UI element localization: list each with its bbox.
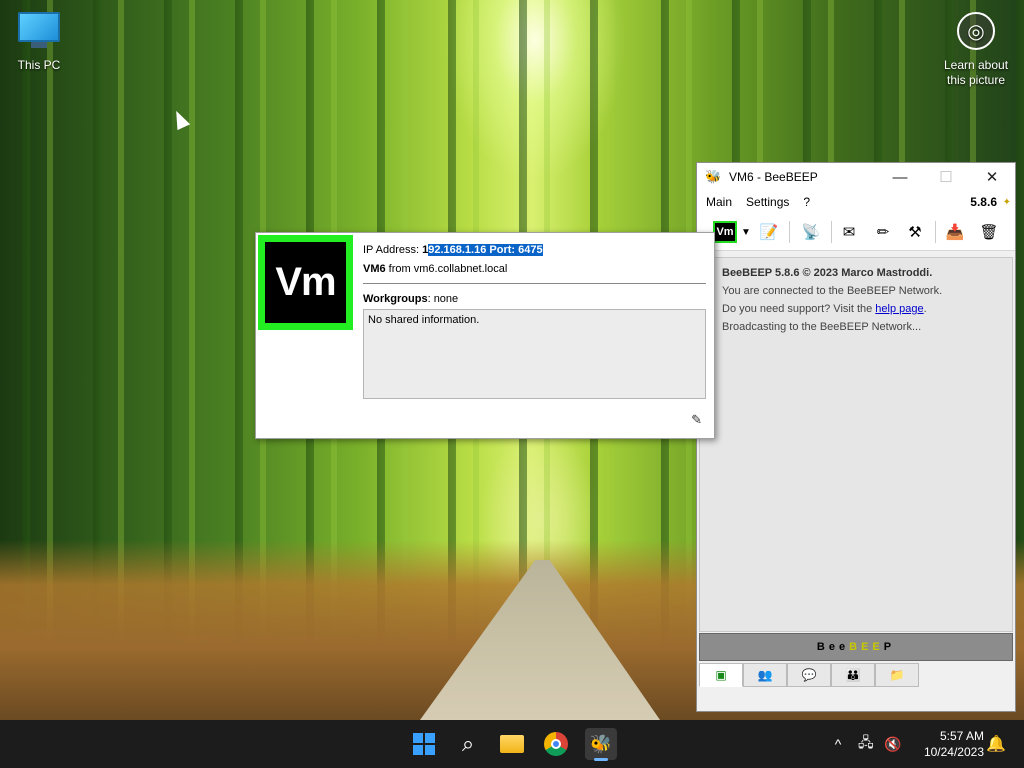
file-explorer-button[interactable]	[496, 728, 528, 760]
show-hidden-icons-chevron[interactable]: ^	[828, 720, 848, 768]
learn-label-line1: Learn about	[943, 58, 1009, 72]
bee-app-icon: 🐝	[705, 169, 722, 184]
this-pc-desktop-icon[interactable]: This PC	[12, 8, 66, 72]
tab-groups[interactable]: 👪	[831, 663, 875, 687]
chat-line: Broadcasting to the BeeBEEP Network...	[722, 321, 922, 333]
active-app-indicator	[594, 758, 608, 761]
learn-label-line2: this picture	[946, 73, 1006, 87]
ip-address-row: IP Address: 192.168.1.16 Port: 6475	[363, 244, 543, 256]
chat-line: Do you need support? Visit the help page…	[722, 303, 927, 315]
beebeep-titlebar[interactable]: 🐝 VM6 - BeeBEEP — ☐ ✕	[697, 163, 1015, 191]
version-label: 5.8.6	[970, 195, 997, 209]
start-button[interactable]	[408, 728, 440, 760]
chats-icon: 💬	[801, 668, 817, 682]
chrome-button[interactable]	[540, 728, 572, 760]
chat-icon: ▣	[715, 668, 727, 682]
shares-icon: 📁	[889, 668, 905, 682]
chrome-icon	[544, 732, 568, 756]
windows-icon	[413, 733, 435, 755]
clock-time: 5:57 AM	[939, 729, 984, 743]
file-transfer-icon[interactable]: 📥	[943, 220, 967, 244]
taskbar: ⌕ 🐝 ^ 🖧 🔇 5:57 AM 10/24/2023 🔔	[0, 720, 1024, 768]
maximize-button[interactable]: ☐	[923, 163, 969, 191]
network-tray-icon[interactable]: 🖧	[858, 720, 874, 768]
toolbar: Vm ▼ 📝 📡 ✉ ✏ ⚒ 📥 🗑	[697, 213, 1015, 251]
status-dropdown-icon[interactable]: ▼	[739, 220, 753, 244]
tab-chat[interactable]: ▣	[699, 663, 743, 687]
close-button[interactable]: ✕	[969, 163, 1015, 191]
notification-bell-icon[interactable]: 🔔	[986, 734, 1006, 754]
bottom-tabs: ▣ 👥 💬 👪 📁	[699, 663, 1013, 689]
window-title: VM6 - BeeBEEP	[729, 170, 818, 184]
workgroups-row: Workgroups: none	[363, 293, 459, 305]
this-pc-label: This PC	[17, 58, 61, 72]
mail-icon[interactable]: ✉	[837, 220, 861, 244]
beebeep-window: 🐝 VM6 - BeeBEEP — ☐ ✕ Main Settings ? 5.…	[696, 162, 1016, 712]
chat-pane[interactable]: BeeBEEP 5.8.6 © 2023 Marco Mastroddi. Yo…	[699, 257, 1013, 632]
menu-help[interactable]: ?	[798, 195, 815, 209]
beebeep-taskbar-button[interactable]: 🐝	[585, 728, 617, 760]
user-origin-row: VM6 from vm6.collabnet.local	[363, 263, 508, 275]
divider	[363, 283, 706, 284]
menu-settings[interactable]: Settings	[741, 195, 794, 209]
chat-line: BeeBEEP 5.8.6 © 2023 Marco Mastroddi.	[722, 267, 933, 279]
tab-users[interactable]: 👥	[743, 663, 787, 687]
tools-icon[interactable]: ⚒	[903, 220, 927, 244]
folder-icon	[500, 735, 524, 753]
minimize-button[interactable]: —	[877, 163, 923, 191]
monitor-icon	[18, 12, 60, 42]
volume-muted-icon[interactable]: 🔇	[884, 720, 901, 768]
search-icon[interactable]: ⌕	[452, 728, 484, 760]
tab-shares[interactable]: 📁	[875, 663, 919, 687]
beebeep-bar: BeeBEEP	[699, 633, 1013, 661]
network-icon[interactable]: 📡	[799, 220, 823, 244]
user-status-avatar[interactable]: Vm	[713, 221, 737, 243]
bee-version-icon: ✦	[1002, 196, 1011, 208]
user-info-popup: Vm IP Address: 192.168.1.16 Port: 6475 V…	[255, 232, 715, 439]
edit-profile-icon[interactable]: 📝	[757, 220, 781, 244]
tab-chats[interactable]: 💬	[787, 663, 831, 687]
edit-wand-icon[interactable]: ✎	[691, 412, 702, 428]
learn-about-picture-icon[interactable]: ◎ Learn about this picture	[936, 12, 1016, 88]
users-icon: 👥	[757, 668, 773, 682]
chat-line: You are connected to the BeeBEEP Network…	[722, 285, 943, 297]
clear-icon[interactable]: 🗑	[977, 220, 1001, 244]
help-page-link[interactable]: help page	[875, 303, 923, 315]
clock-date: 10/24/2023	[923, 745, 984, 759]
shared-info-box: No shared information.	[363, 309, 706, 399]
user-avatar: Vm	[258, 235, 353, 330]
clock[interactable]: 5:57 AM 10/24/2023	[914, 728, 984, 760]
camera-icon: ◎	[957, 12, 995, 50]
pencil-icon[interactable]: ✏	[871, 220, 895, 244]
groups-icon: 👪	[845, 668, 861, 682]
selected-ip-text[interactable]: 92.168.1.16 Port: 6475	[428, 244, 543, 256]
menu-bar: Main Settings ? 5.8.6 ✦	[697, 191, 1015, 213]
menu-main[interactable]: Main	[701, 195, 737, 209]
bee-icon: 🐝	[589, 733, 613, 754]
